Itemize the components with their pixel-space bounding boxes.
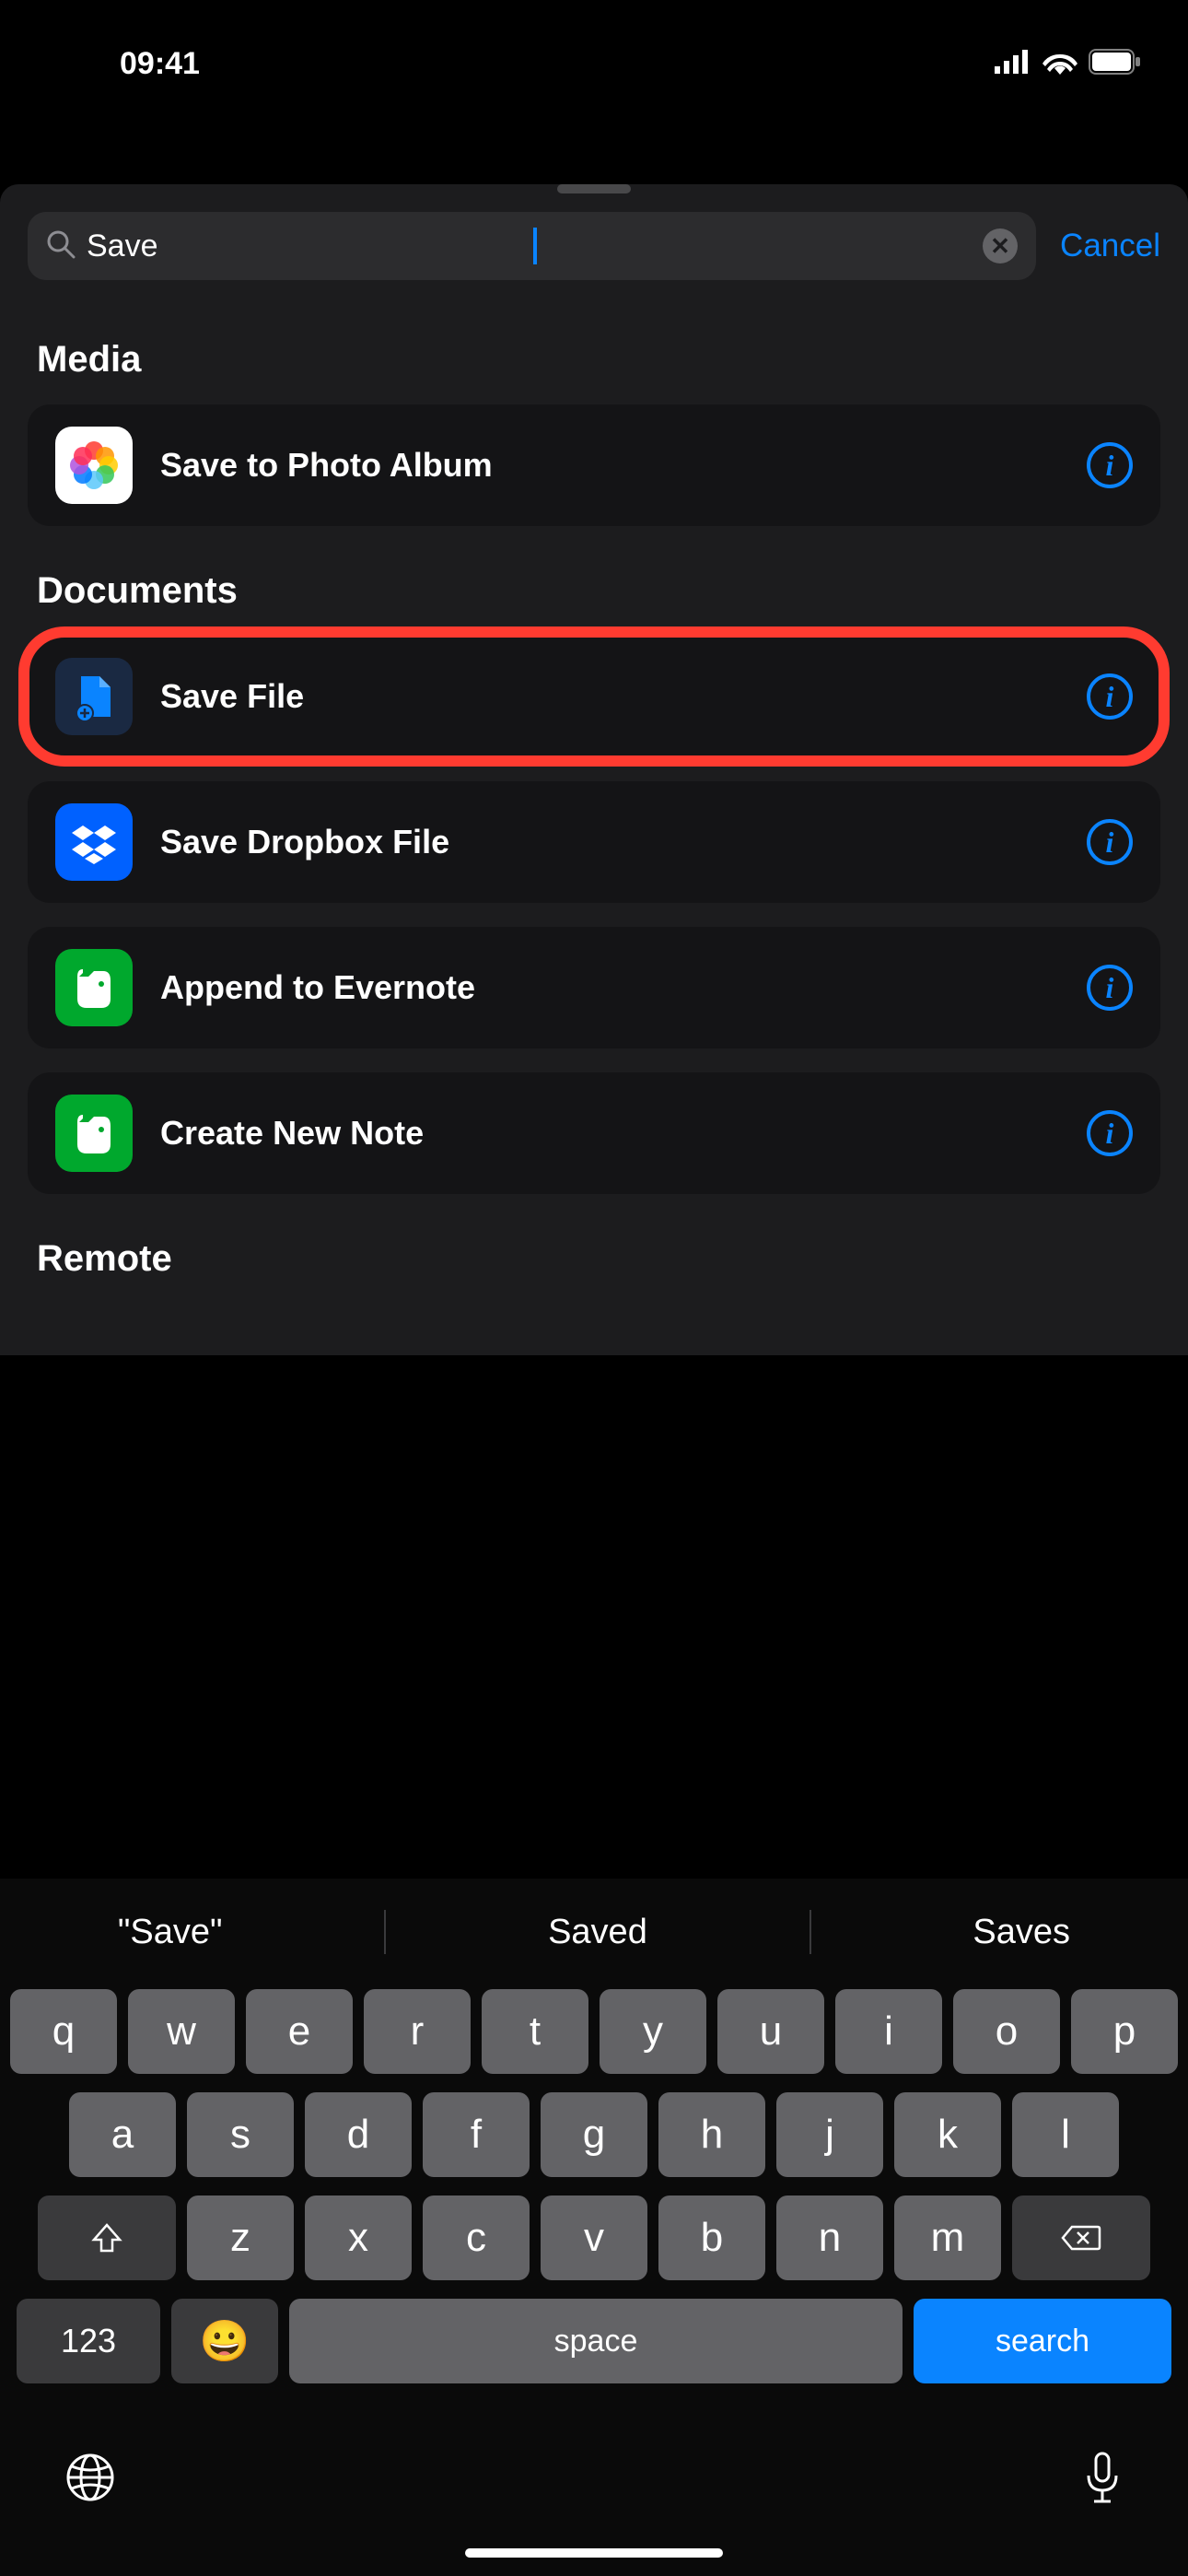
results-list: Media Save to Photo Album Documents Save Fi… [0, 308, 1188, 1355]
cellular-icon [995, 50, 1031, 78]
key-k[interactable]: k [894, 2092, 1001, 2177]
action-item[interactable]: Save to Photo Album [28, 404, 1160, 526]
key-s[interactable]: s [187, 2092, 294, 2177]
backspace-key[interactable] [1012, 2195, 1150, 2280]
suggestion-1[interactable]: "Save" [118, 1913, 223, 1952]
key-t[interactable]: t [482, 1989, 588, 2074]
info-button[interactable] [1087, 1110, 1133, 1156]
search-input-value[interactable]: Save [87, 228, 533, 264]
key-u[interactable]: u [717, 1989, 824, 2074]
action-label: Append to Evernote [160, 968, 1059, 1007]
info-button[interactable] [1087, 965, 1133, 1011]
key-f[interactable]: f [423, 2092, 530, 2177]
cancel-button[interactable]: Cancel [1060, 228, 1160, 264]
suggestion-3[interactable]: Saves [973, 1913, 1070, 1952]
sheet-grabber[interactable] [557, 184, 631, 193]
status-bar: 09:41 [0, 0, 1188, 111]
key-r[interactable]: r [364, 1989, 471, 2074]
action-item[interactable]: Append to Evernote [28, 927, 1160, 1048]
key-e[interactable]: e [246, 1989, 353, 2074]
shift-key[interactable] [38, 2195, 176, 2280]
key-x[interactable]: x [305, 2195, 412, 2280]
evernote-icon [55, 1095, 133, 1172]
suggestion-2[interactable]: Saved [548, 1913, 647, 1952]
files-icon [55, 658, 133, 735]
search-key[interactable]: search [914, 2299, 1171, 2383]
evernote-icon [55, 949, 133, 1026]
key-p[interactable]: p [1071, 1989, 1178, 2074]
globe-icon[interactable] [64, 2452, 116, 2512]
key-w[interactable]: w [128, 1989, 235, 2074]
status-time: 09:41 [120, 46, 200, 82]
key-q[interactable]: q [10, 1989, 117, 2074]
key-n[interactable]: n [776, 2195, 883, 2280]
info-button[interactable] [1087, 442, 1133, 488]
clear-button[interactable]: ✕ [983, 228, 1018, 263]
section-title: Remote [28, 1238, 1160, 1280]
numbers-key[interactable]: 123 [17, 2299, 160, 2383]
info-button[interactable] [1087, 673, 1133, 720]
wifi-icon [1042, 49, 1077, 79]
key-z[interactable]: z [187, 2195, 294, 2280]
info-button[interactable] [1087, 819, 1133, 865]
text-cursor [533, 228, 537, 264]
key-l[interactable]: l [1012, 2092, 1119, 2177]
keyboard-bottom-row [0, 2415, 1188, 2530]
key-b[interactable]: b [658, 2195, 765, 2280]
dictation-icon[interactable] [1081, 2452, 1124, 2512]
action-label: Save to Photo Album [160, 446, 1059, 485]
key-y[interactable]: y [600, 1989, 706, 2074]
search-icon [46, 229, 76, 263]
action-item[interactable]: Save File [28, 636, 1160, 757]
suggestion-bar: "Save" Saved Saves [0, 1888, 1188, 1976]
key-h[interactable]: h [658, 2092, 765, 2177]
key-j[interactable]: j [776, 2092, 883, 2177]
section: Remote [28, 1238, 1160, 1280]
action-item[interactable]: Save Dropbox File [28, 781, 1160, 903]
search-field[interactable]: Save ✕ [28, 212, 1036, 280]
status-icons [995, 49, 1142, 79]
key-d[interactable]: d [305, 2092, 412, 2177]
emoji-key[interactable]: 😀 [171, 2299, 278, 2383]
key-o[interactable]: o [953, 1989, 1060, 2074]
section-title: Media [28, 339, 1160, 381]
key-c[interactable]: c [423, 2195, 530, 2280]
key-v[interactable]: v [541, 2195, 647, 2280]
home-indicator[interactable] [465, 2548, 723, 2558]
action-label: Save Dropbox File [160, 823, 1059, 861]
action-label: Create New Note [160, 1114, 1059, 1153]
keyboard: "Save" Saved Saves qwertyuiop asdfghjkl zx… [0, 1879, 1188, 2576]
section-title: Documents [28, 570, 1160, 612]
photos-icon [55, 427, 133, 504]
key-g[interactable]: g [541, 2092, 647, 2177]
section: Documents Save File Save Dropbox File Appen… [28, 570, 1160, 1194]
search-row: Save ✕ Cancel [0, 206, 1188, 308]
action-item[interactable]: Create New Note [28, 1072, 1160, 1194]
key-a[interactable]: a [69, 2092, 176, 2177]
search-sheet: Save ✕ Cancel Media Save to Photo Album Do… [0, 184, 1188, 1355]
battery-icon [1089, 49, 1142, 79]
key-i[interactable]: i [835, 1989, 942, 2074]
section: Media Save to Photo Album [28, 339, 1160, 526]
space-key[interactable]: space [289, 2299, 903, 2383]
key-m[interactable]: m [894, 2195, 1001, 2280]
dropbox-icon [55, 803, 133, 881]
action-label: Save File [160, 677, 1059, 716]
